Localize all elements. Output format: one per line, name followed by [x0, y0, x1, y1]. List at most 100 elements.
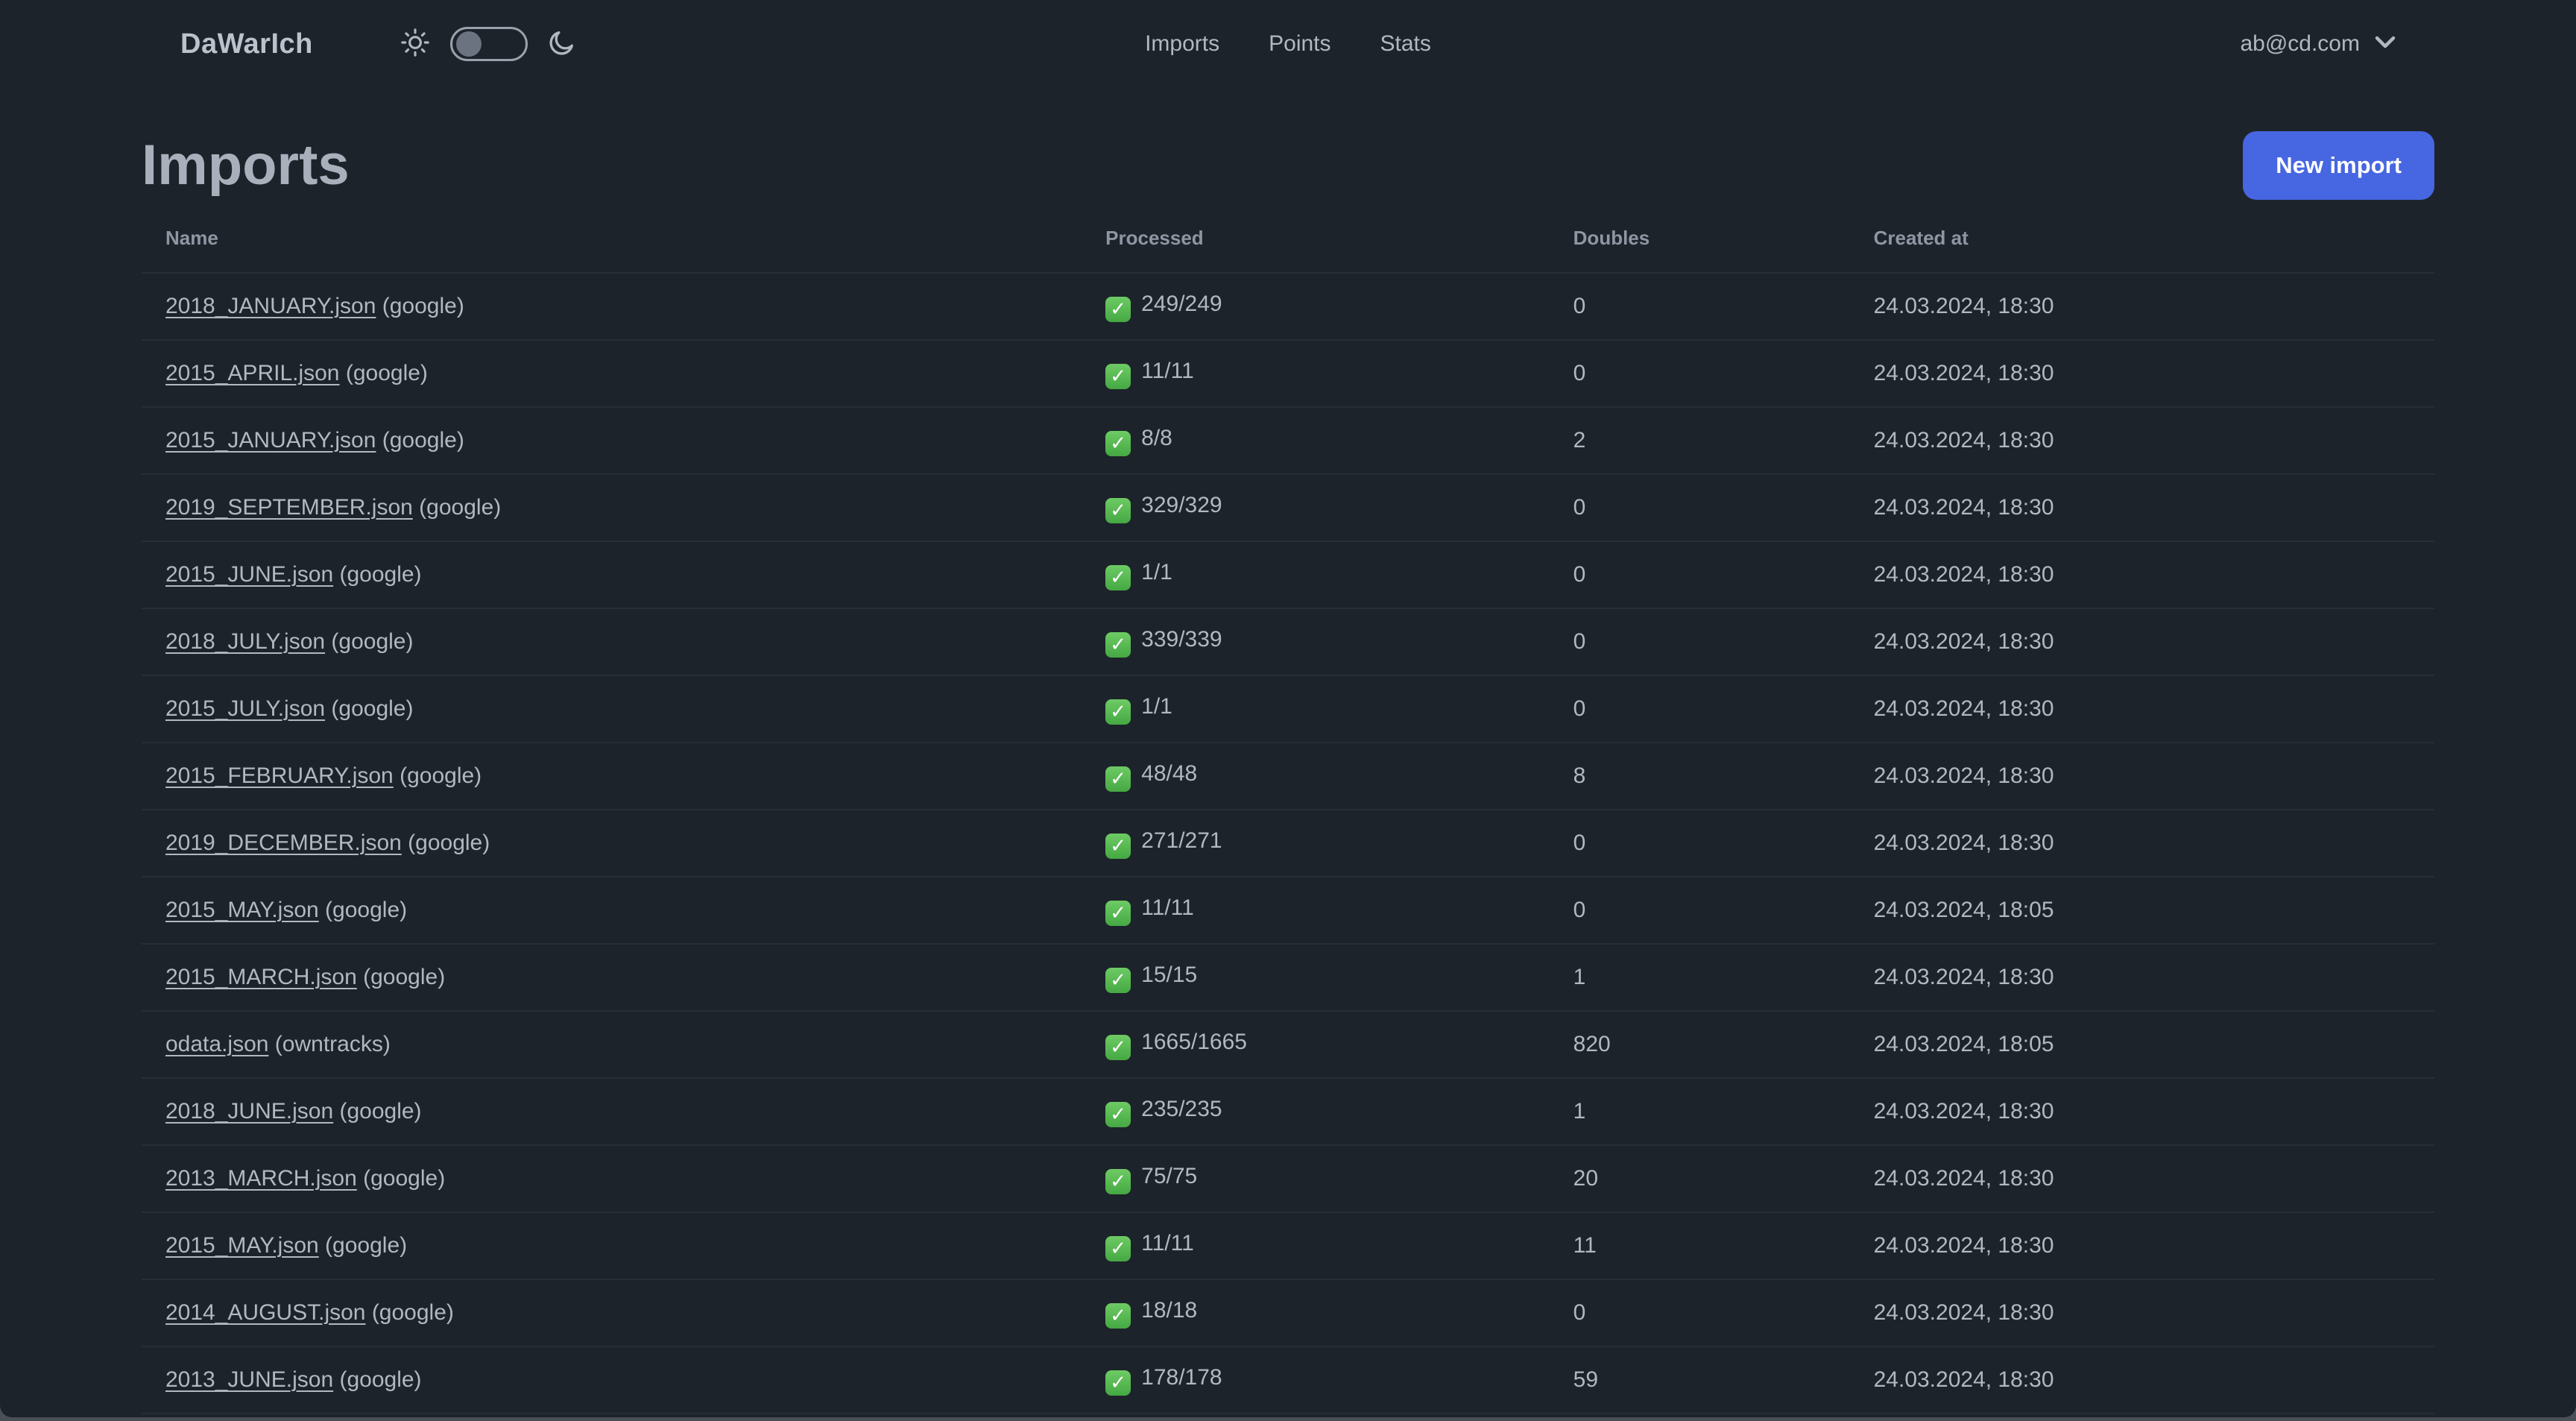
doubles-count: 11: [1549, 1212, 1850, 1279]
nav-item-stats[interactable]: Stats: [1380, 31, 1431, 57]
processed-count: 11/11: [1141, 358, 1194, 383]
table-row: 2015_FEBRUARY.json (google) ✓ 48/48 8 24.…: [142, 742, 2434, 810]
created-at-value: 24.03.2024, 18:30: [1849, 473, 2434, 541]
check-mark-icon: ✓: [1105, 1168, 1131, 1194]
created-at-value: 24.03.2024, 18:30: [1849, 541, 2434, 608]
processed-count: 271/271: [1141, 828, 1222, 853]
import-source-label: (google): [325, 696, 414, 721]
doubles-count: 0: [1549, 675, 1850, 743]
import-file-link[interactable]: 2018_JANUARY.json: [165, 294, 376, 318]
import-file-link[interactable]: 2015_JULY.json: [165, 696, 325, 721]
doubles-count: 0: [1549, 473, 1850, 541]
created-at-value: 24.03.2024, 18:30: [1849, 406, 2434, 474]
doubles-count: 0: [1549, 339, 1850, 407]
nav-item-imports[interactable]: Imports: [1145, 31, 1219, 57]
import-file-link[interactable]: 2015_JUNE.json: [165, 562, 333, 587]
doubles-count: 59: [1549, 1346, 1850, 1414]
processed-count: 1665/1665: [1141, 1029, 1247, 1054]
imports-table: Name Processed Doubles Created at 2018_J…: [142, 200, 2434, 1417]
import-source-label: (google): [318, 1233, 408, 1258]
check-mark-icon: ✓: [1105, 497, 1131, 523]
created-at-value: 24.03.2024, 18:05: [1849, 876, 2434, 944]
check-mark-icon: ✓: [1105, 1235, 1131, 1261]
doubles-count: 0: [1549, 876, 1850, 944]
import-source-label: (google): [339, 361, 428, 385]
navbar: DaWarIch Imports Points Stats ab@cd.com: [0, 0, 2576, 88]
doubles-count: 0: [1549, 608, 1850, 675]
column-header-name: Name: [165, 227, 218, 249]
import-file-link[interactable]: 2015_MAY.json: [165, 1233, 319, 1258]
table-row: 2015_JANUARY.json (google) ✓ 8/8 2 24.03.…: [142, 406, 2434, 474]
import-source-label: (google): [393, 763, 482, 788]
import-file-link[interactable]: 2014_AUGUST.json: [165, 1300, 365, 1325]
app-window: DaWarIch Imports Points Stats ab@cd.com …: [0, 0, 2576, 1417]
import-file-link[interactable]: 2019_SEPTEMBER.json: [165, 495, 413, 520]
processed-count: 249/249: [1141, 291, 1222, 316]
check-mark-icon: ✓: [1105, 766, 1131, 792]
import-source-label: (google): [325, 629, 414, 654]
imports-page: Imports New import Name Processed Double…: [0, 131, 2576, 1417]
table-row: 2018_JANUARY.json (google) ✓ 249/249 0 24…: [142, 272, 2434, 340]
table-row: 2018_JULY.json (google) ✓ 339/339 0 24.03…: [142, 608, 2434, 675]
check-mark-icon: ✓: [1105, 564, 1131, 590]
user-email: ab@cd.com: [2240, 31, 2360, 56]
table-row: 2015_JULY.json (google) ✓ 1/1 0 24.03.202…: [142, 675, 2434, 743]
table-row: 2015_JUNE.json (google) ✓ 1/1 0 24.03.202…: [142, 541, 2434, 608]
chevron-down-icon: [2375, 36, 2396, 53]
import-file-link[interactable]: 2018_JUNE.json: [165, 1099, 333, 1124]
table-row: 2015_MARCH.json (google) ✓ 15/15 1 24.03.…: [142, 943, 2434, 1011]
processed-count: 1/1: [1141, 559, 1172, 585]
created-at-value: [1849, 1413, 2434, 1417]
check-mark-icon: ✓: [1105, 296, 1131, 322]
import-file-link[interactable]: 2013_MARCH.json: [165, 1166, 357, 1191]
import-file-link[interactable]: 2015_FEBRUARY.json: [165, 763, 394, 788]
processed-count: 329/329: [1141, 492, 1222, 517]
column-header-doubles: Doubles: [1573, 227, 1650, 249]
table-row: 2018_JUNE.json (google) ✓ 235/235 1 24.03…: [142, 1077, 2434, 1145]
import-file-link[interactable]: 2015_MARCH.json: [165, 965, 357, 989]
sun-icon: [400, 27, 431, 62]
import-source-label: (google): [318, 898, 408, 922]
table-row: 2015_MAY.json (google) ✓ 11/11 0 24.03.20…: [142, 876, 2434, 944]
created-at-value: 24.03.2024, 18:30: [1849, 1212, 2434, 1279]
doubles-count: 0: [1549, 541, 1850, 608]
nav-item-points[interactable]: Points: [1269, 31, 1330, 57]
processed-count: 11/11: [1141, 895, 1194, 920]
created-at-value: 24.03.2024, 18:30: [1849, 742, 2434, 810]
import-file-link[interactable]: odata.json: [165, 1032, 268, 1056]
page-title: Imports: [142, 133, 350, 197]
processed-count: 48/48: [1141, 760, 1198, 786]
import-source-label: (google): [356, 965, 446, 989]
doubles-count: 820: [1549, 1010, 1850, 1078]
import-file-link[interactable]: 2015_JANUARY.json: [165, 428, 376, 453]
created-at-value: 24.03.2024, 18:30: [1849, 675, 2434, 743]
table-row: 2014_AUGUST.json (google) ✓ 18/18 0 24.03…: [142, 1279, 2434, 1346]
import-file-link[interactable]: 2013_JUNE.json: [165, 1367, 333, 1392]
new-import-button[interactable]: New import: [2243, 131, 2434, 200]
processed-count: 75/75: [1141, 1163, 1198, 1188]
processed-count: 1/1: [1141, 693, 1172, 719]
import-source-label: (google): [365, 1300, 454, 1325]
table-row: 2019_DECEMBER.json (google) ✓ 271/271 0 2…: [142, 809, 2434, 877]
column-header-processed: Processed: [1105, 227, 1204, 249]
processed-count: 18/18: [1141, 1297, 1198, 1323]
created-at-value: 24.03.2024, 18:30: [1849, 1144, 2434, 1212]
app-logo[interactable]: DaWarIch: [180, 28, 313, 60]
page-header: Imports New import: [142, 131, 2434, 200]
check-mark-icon: ✓: [1105, 631, 1131, 658]
created-at-value: 24.03.2024, 18:30: [1849, 1279, 2434, 1346]
created-at-value: 24.03.2024, 18:30: [1849, 809, 2434, 877]
import-file-link[interactable]: 2015_MAY.json: [165, 898, 319, 922]
import-source-label: (google): [376, 428, 464, 453]
processed-count: 15/15: [1141, 962, 1198, 987]
table-row: odata.json (owntracks) ✓ 1665/1665 820 24…: [142, 1010, 2434, 1078]
theme-toggle[interactable]: [449, 27, 528, 61]
check-mark-icon: ✓: [1105, 1302, 1131, 1329]
import-source-label: (google): [376, 294, 464, 318]
account-menu[interactable]: ab@cd.com: [2240, 31, 2396, 57]
theme-toggle-knob[interactable]: [455, 31, 482, 57]
import-file-link[interactable]: 2018_JULY.json: [165, 629, 325, 654]
import-file-link[interactable]: 2019_DECEMBER.json: [165, 831, 402, 855]
doubles-count: [1549, 1413, 1850, 1417]
import-file-link[interactable]: 2015_APRIL.json: [165, 361, 340, 385]
